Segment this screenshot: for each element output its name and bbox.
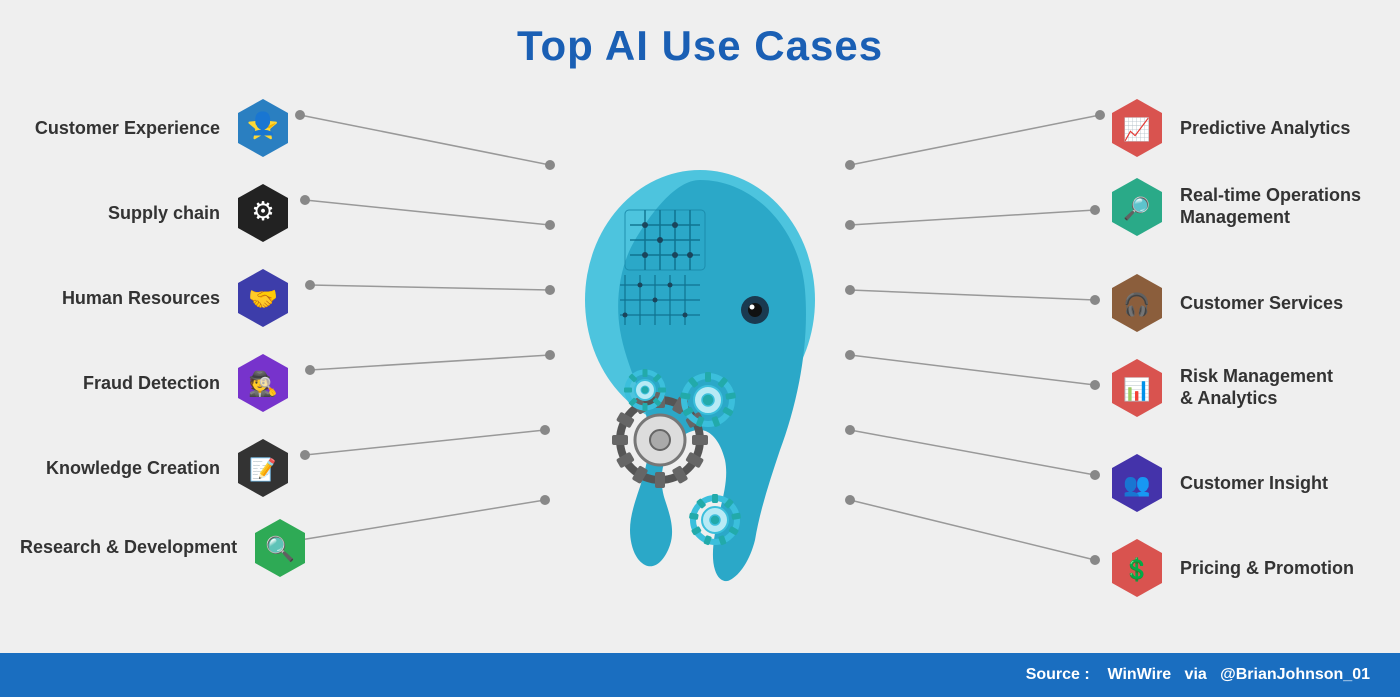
svg-text:🔍: 🔍: [265, 533, 295, 563]
customer-experience-icon: ⭐ 👤: [232, 97, 294, 159]
pricing-promotion-item: 💲 Pricing & Promotion: [1106, 537, 1380, 599]
svg-text:⚙: ⚙: [251, 196, 274, 226]
main-container: Top AI Use Cases: [0, 0, 1400, 697]
research-development-label: Research & Development: [20, 537, 237, 559]
pricing-promotion-icon: 💲: [1106, 537, 1168, 599]
customer-services-icon: 🎧: [1106, 272, 1168, 334]
predictive-analytics-icon: 📈: [1106, 97, 1168, 159]
risk-management-icon: 📊: [1106, 357, 1168, 419]
research-development-item: Research & Development 🔍: [20, 517, 311, 579]
svg-text:📈: 📈: [1123, 117, 1150, 142]
risk-management-item: 📊 Risk Management& Analytics: [1106, 357, 1380, 419]
knowledge-creation-icon: 📝: [232, 437, 294, 499]
svg-text:👤: 👤: [249, 111, 276, 136]
realtime-ops-item: 🔎 Real-time OperationsManagement: [1106, 176, 1380, 238]
svg-text:📊: 📊: [1123, 377, 1150, 402]
brain-head-svg: [560, 100, 840, 600]
customer-services-label: Customer Services: [1180, 293, 1380, 314]
svg-text:🤝: 🤝: [248, 286, 278, 313]
realtime-ops-label: Real-time OperationsManagement: [1180, 185, 1380, 228]
source-via: via: [1185, 666, 1207, 683]
svg-text:📝: 📝: [249, 457, 276, 482]
customer-insight-icon: 👥: [1106, 452, 1168, 514]
customer-services-item: 🎧 Customer Services: [1106, 272, 1380, 334]
knowledge-creation-item: Knowledge Creation 📝: [20, 437, 294, 499]
pricing-promotion-label: Pricing & Promotion: [1180, 558, 1380, 579]
customer-experience-item: Customer Experience ⭐ 👤: [20, 97, 294, 159]
fraud-detection-item: Fraud Detection 🕵: [20, 352, 294, 414]
svg-text:💲: 💲: [1123, 557, 1150, 582]
predictive-analytics-item: 📈 Predictive Analytics: [1106, 97, 1380, 159]
supply-chain-label: Supply chain: [20, 203, 220, 224]
svg-text:🎧: 🎧: [1123, 292, 1150, 317]
brain-image: [550, 80, 850, 620]
human-resources-label: Human Resources: [20, 288, 220, 309]
research-development-icon: 🔍: [249, 517, 311, 579]
supply-chain-icon: ⚙: [232, 182, 294, 244]
knowledge-creation-label: Knowledge Creation: [20, 458, 220, 479]
svg-text:🕵: 🕵: [248, 370, 278, 398]
footer-bar: Source : WinWire via @BrianJohnson_01: [0, 653, 1400, 697]
page-title: Top AI Use Cases: [0, 0, 1400, 70]
svg-text:🔎: 🔎: [1123, 194, 1151, 221]
footer-source: Source : WinWire via @BrianJohnson_01: [1026, 666, 1370, 684]
source-handle: @BrianJohnson_01: [1220, 666, 1370, 683]
human-resources-icon: 🤝: [232, 267, 294, 329]
risk-management-label: Risk Management& Analytics: [1180, 366, 1380, 409]
predictive-analytics-label: Predictive Analytics: [1180, 118, 1380, 139]
svg-text:👥: 👥: [1123, 472, 1150, 497]
human-resources-item: Human Resources 🤝: [20, 267, 294, 329]
source-label: Source :: [1026, 666, 1090, 683]
realtime-ops-icon: 🔎: [1106, 176, 1168, 238]
customer-insight-label: Customer Insight: [1180, 473, 1380, 494]
customer-insight-item: 👥 Customer Insight: [1106, 452, 1380, 514]
fraud-detection-icon: 🕵: [232, 352, 294, 414]
source-name: WinWire: [1107, 666, 1171, 683]
fraud-detection-label: Fraud Detection: [20, 373, 220, 394]
customer-experience-label: Customer Experience: [20, 118, 220, 139]
supply-chain-item: Supply chain ⚙: [20, 182, 294, 244]
